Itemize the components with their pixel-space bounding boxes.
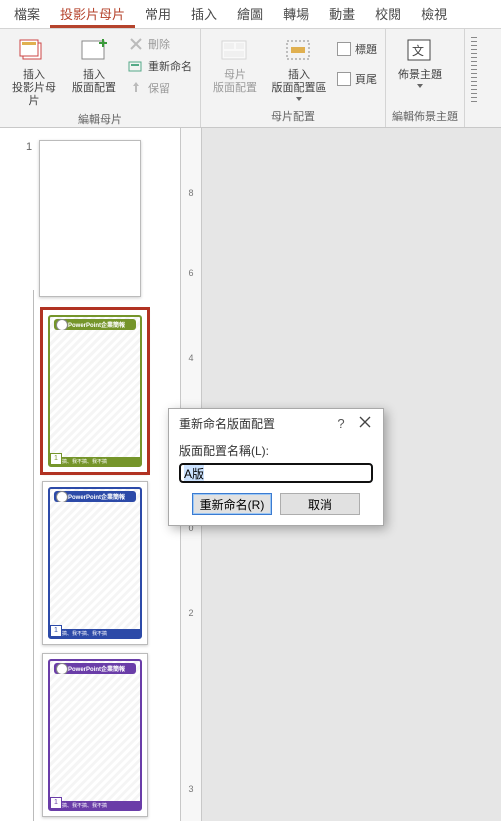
- ribbon: 插入 投影片母片 插入 版面配置 刪除 重新命名 保: [0, 29, 501, 128]
- avatar-icon: [56, 663, 68, 674]
- themes-button[interactable]: 文 佈景主題: [392, 33, 448, 90]
- title-checkbox-label: 標題: [355, 41, 377, 57]
- insert-layout-button[interactable]: 插入 版面配置: [66, 33, 122, 97]
- insert-layout-label: 插入 版面配置: [72, 69, 116, 95]
- group-master-layout-label: 母片配置: [207, 107, 379, 125]
- dropdown-icon: [417, 84, 423, 88]
- close-button[interactable]: [353, 416, 377, 431]
- help-button[interactable]: ?: [329, 416, 353, 431]
- insert-slide-master-icon: [18, 35, 50, 67]
- group-edit-theme-label: 編輯佈景主題: [392, 107, 458, 125]
- master-layout-label: 母片 版面配置: [213, 69, 257, 95]
- thumb-title-text: PowerPoint企業簡報: [68, 664, 125, 673]
- slide-master-thumbnail[interactable]: 1: [39, 140, 141, 297]
- group-edit-master: 插入 投影片母片 插入 版面配置 刪除 重新命名 保: [0, 29, 201, 127]
- dialog-title: 重新命名版面配置: [179, 415, 329, 432]
- layout-name-input[interactable]: [179, 463, 373, 483]
- thumb-title-text: PowerPoint企業簡報: [68, 492, 125, 501]
- checkbox-icon: [337, 72, 351, 86]
- more-colors-icon[interactable]: [471, 37, 477, 103]
- avatar-icon: [56, 491, 68, 502]
- layout-name-label: 版面配置名稱(L):: [179, 442, 373, 459]
- svg-text:文: 文: [412, 43, 424, 58]
- layout-thumbnail-1[interactable]: PowerPoint企業簡報 我不搞、我不搞、我不搞 1: [42, 309, 148, 473]
- dialog-titlebar[interactable]: 重新命名版面配置 ?: [169, 409, 383, 438]
- preserve-label: 保留: [148, 80, 170, 96]
- insert-layout-icon: [78, 35, 110, 67]
- layout-thumbnail-2[interactable]: PowerPoint企業簡報 我不搞、我不搞、我不搞 1: [42, 481, 148, 645]
- rename-layout-dialog: 重新命名版面配置 ? 版面配置名稱(L): 重新命名(R) 取消: [168, 408, 384, 526]
- preserve-button[interactable]: 保留: [126, 79, 194, 97]
- checkbox-icon: [337, 42, 351, 56]
- layout-thumbnail-3[interactable]: PowerPoint企業簡報 我不搞、我不搞、我不搞 1: [42, 653, 148, 817]
- insert-placeholder-icon: [283, 35, 315, 67]
- rename-confirm-button[interactable]: 重新命名(R): [192, 493, 272, 515]
- insert-slide-master-label: 插入 投影片母片: [10, 69, 58, 108]
- insert-placeholder-button[interactable]: 插入 版面配置區: [267, 33, 331, 103]
- close-icon: [359, 416, 371, 428]
- thumbnail-pane[interactable]: 1 PowerPoint企業簡報 我不搞、我不搞、我不搞 1: [0, 128, 181, 821]
- insert-placeholder-label: 插入 版面配置區: [272, 69, 327, 95]
- cancel-button[interactable]: 取消: [280, 493, 360, 515]
- rename-button[interactable]: 重新命名: [126, 57, 194, 75]
- group-edit-master-label: 編輯母片: [6, 110, 194, 128]
- tab-home[interactable]: 常用: [135, 0, 181, 28]
- title-checkbox[interactable]: 標題: [335, 39, 379, 59]
- master-layout-button[interactable]: 母片 版面配置: [207, 33, 263, 97]
- themes-label: 佈景主題: [398, 69, 442, 82]
- tab-insert[interactable]: 插入: [181, 0, 227, 28]
- rename-label: 重新命名: [148, 58, 192, 74]
- themes-icon: 文: [404, 35, 436, 67]
- master-layout-icon: [219, 35, 251, 67]
- tab-animation[interactable]: 動畫: [319, 0, 365, 28]
- tab-view[interactable]: 檢視: [411, 0, 457, 28]
- tab-review[interactable]: 校閱: [365, 0, 411, 28]
- preserve-icon: [128, 80, 144, 96]
- tab-file[interactable]: 檔案: [4, 0, 50, 28]
- footer-checkbox-label: 頁尾: [355, 71, 377, 87]
- footer-checkbox[interactable]: 頁尾: [335, 69, 379, 89]
- delete-icon: [128, 36, 144, 52]
- tab-transition[interactable]: 轉場: [273, 0, 319, 28]
- tab-slide-master[interactable]: 投影片母片: [50, 0, 135, 28]
- delete-label: 刪除: [148, 36, 170, 52]
- tab-bar: 檔案 投影片母片 常用 插入 繪圖 轉場 動畫 校閱 檢視: [0, 0, 501, 29]
- delete-button[interactable]: 刪除: [126, 35, 194, 53]
- insert-slide-master-button[interactable]: 插入 投影片母片: [6, 33, 62, 110]
- corner-badge: 1: [50, 453, 62, 465]
- group-edit-theme: 文 佈景主題 編輯佈景主題: [386, 29, 465, 127]
- rename-icon: [128, 58, 144, 74]
- thumb-title-text: PowerPoint企業簡報: [68, 320, 125, 329]
- avatar-icon: [56, 319, 68, 330]
- corner-badge: 1: [50, 797, 62, 809]
- tab-draw[interactable]: 繪圖: [227, 0, 273, 28]
- corner-badge: 1: [50, 625, 62, 637]
- group-master-layout: 母片 版面配置 插入 版面配置區 標題 頁尾 母片配置: [201, 29, 386, 127]
- dropdown-icon: [296, 97, 302, 101]
- group-more: [465, 29, 483, 127]
- master-index: 1: [26, 141, 32, 153]
